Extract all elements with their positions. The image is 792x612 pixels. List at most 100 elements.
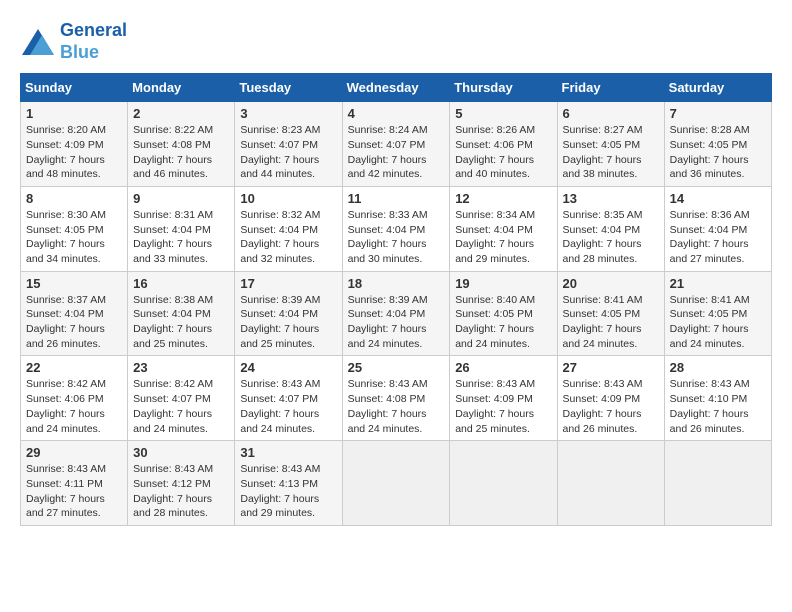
day-info: Sunrise: 8:43 AMSunset: 4:12 PMDaylight:… xyxy=(133,462,229,521)
day-header-tuesday: Tuesday xyxy=(235,74,342,102)
calendar-cell xyxy=(664,441,771,526)
day-number: 22 xyxy=(26,360,122,375)
week-row-4: 22 Sunrise: 8:42 AMSunset: 4:06 PMDayligh… xyxy=(21,356,772,441)
calendar-cell: 24 Sunrise: 8:43 AMSunset: 4:07 PMDayligh… xyxy=(235,356,342,441)
calendar-cell xyxy=(557,441,664,526)
day-number: 16 xyxy=(133,276,229,291)
day-header-monday: Monday xyxy=(128,74,235,102)
day-header-wednesday: Wednesday xyxy=(342,74,450,102)
day-number: 3 xyxy=(240,106,336,121)
day-number: 11 xyxy=(348,191,445,206)
day-info: Sunrise: 8:43 AMSunset: 4:13 PMDaylight:… xyxy=(240,462,336,521)
calendar-cell: 21 Sunrise: 8:41 AMSunset: 4:05 PMDayligh… xyxy=(664,271,771,356)
calendar-cell: 19 Sunrise: 8:40 AMSunset: 4:05 PMDayligh… xyxy=(450,271,557,356)
day-number: 9 xyxy=(133,191,229,206)
day-info: Sunrise: 8:43 AMSunset: 4:09 PMDaylight:… xyxy=(455,377,551,436)
day-number: 18 xyxy=(348,276,445,291)
calendar-cell: 30 Sunrise: 8:43 AMSunset: 4:12 PMDayligh… xyxy=(128,441,235,526)
calendar-cell: 27Sunrise: 8:43 AMSunset: 4:09 PMDayligh… xyxy=(557,356,664,441)
calendar-cell: 13 Sunrise: 8:35 AMSunset: 4:04 PMDayligh… xyxy=(557,186,664,271)
day-info: Sunrise: 8:41 AMSunset: 4:05 PMDaylight:… xyxy=(670,293,766,352)
day-header-thursday: Thursday xyxy=(450,74,557,102)
day-info: Sunrise: 8:34 AMSunset: 4:04 PMDaylight:… xyxy=(455,208,551,267)
calendar-cell: 10 Sunrise: 8:32 AMSunset: 4:04 PMDayligh… xyxy=(235,186,342,271)
day-info: Sunrise: 8:30 AMSunset: 4:05 PMDaylight:… xyxy=(26,208,122,267)
logo: General Blue xyxy=(20,20,127,63)
day-number: 13 xyxy=(563,191,659,206)
day-info: Sunrise: 8:43 AMSunset: 4:11 PMDaylight:… xyxy=(26,462,122,521)
calendar-cell xyxy=(342,441,450,526)
day-info: Sunrise: 8:43 AMSunset: 4:09 PMDaylight:… xyxy=(563,377,659,436)
day-info: Sunrise: 8:43 AMSunset: 4:08 PMDaylight:… xyxy=(348,377,445,436)
day-info: Sunrise: 8:41 AMSunset: 4:05 PMDaylight:… xyxy=(563,293,659,352)
day-header-saturday: Saturday xyxy=(664,74,771,102)
day-info: Sunrise: 8:33 AMSunset: 4:04 PMDaylight:… xyxy=(348,208,445,267)
day-info: Sunrise: 8:42 AMSunset: 4:07 PMDaylight:… xyxy=(133,377,229,436)
day-number: 1 xyxy=(26,106,122,121)
calendar-cell: 7Sunrise: 8:28 AMSunset: 4:05 PMDaylight… xyxy=(664,102,771,187)
day-info: Sunrise: 8:39 AMSunset: 4:04 PMDaylight:… xyxy=(348,293,445,352)
day-number: 6 xyxy=(563,106,659,121)
calendar-cell: 28 Sunrise: 8:43 AMSunset: 4:10 PMDayligh… xyxy=(664,356,771,441)
calendar-cell: 4 Sunrise: 8:24 AMSunset: 4:07 PMDaylight… xyxy=(342,102,450,187)
day-number: 28 xyxy=(670,360,766,375)
day-number: 10 xyxy=(240,191,336,206)
day-header-friday: Friday xyxy=(557,74,664,102)
calendar-cell: 22 Sunrise: 8:42 AMSunset: 4:06 PMDayligh… xyxy=(21,356,128,441)
day-number: 2 xyxy=(133,106,229,121)
calendar-cell: 15 Sunrise: 8:37 AMSunset: 4:04 PMDayligh… xyxy=(21,271,128,356)
day-number: 8 xyxy=(26,191,122,206)
page-header: General Blue xyxy=(20,20,772,63)
day-info: Sunrise: 8:23 AMSunset: 4:07 PMDaylight:… xyxy=(240,123,336,182)
day-info: Sunrise: 8:37 AMSunset: 4:04 PMDaylight:… xyxy=(26,293,122,352)
day-info: Sunrise: 8:43 AMSunset: 4:10 PMDaylight:… xyxy=(670,377,766,436)
day-info: Sunrise: 8:27 AMSunset: 4:05 PMDaylight:… xyxy=(563,123,659,182)
calendar-table: SundayMondayTuesdayWednesdayThursdayFrid… xyxy=(20,73,772,526)
week-row-1: 1 Sunrise: 8:20 AMSunset: 4:09 PMDaylight… xyxy=(21,102,772,187)
day-number: 14 xyxy=(670,191,766,206)
day-info: Sunrise: 8:28 AMSunset: 4:05 PMDaylight:… xyxy=(670,123,766,182)
day-number: 12 xyxy=(455,191,551,206)
day-number: 25 xyxy=(348,360,445,375)
day-info: Sunrise: 8:39 AMSunset: 4:04 PMDaylight:… xyxy=(240,293,336,352)
week-row-2: 8 Sunrise: 8:30 AMSunset: 4:05 PMDaylight… xyxy=(21,186,772,271)
day-number: 4 xyxy=(348,106,445,121)
calendar-cell: 3 Sunrise: 8:23 AMSunset: 4:07 PMDaylight… xyxy=(235,102,342,187)
calendar-cell: 26 Sunrise: 8:43 AMSunset: 4:09 PMDayligh… xyxy=(450,356,557,441)
calendar-cell: 1 Sunrise: 8:20 AMSunset: 4:09 PMDaylight… xyxy=(21,102,128,187)
day-info: Sunrise: 8:32 AMSunset: 4:04 PMDaylight:… xyxy=(240,208,336,267)
day-info: Sunrise: 8:42 AMSunset: 4:06 PMDaylight:… xyxy=(26,377,122,436)
week-row-3: 15 Sunrise: 8:37 AMSunset: 4:04 PMDayligh… xyxy=(21,271,772,356)
calendar-cell: 25 Sunrise: 8:43 AMSunset: 4:08 PMDayligh… xyxy=(342,356,450,441)
day-number: 15 xyxy=(26,276,122,291)
calendar-cell xyxy=(450,441,557,526)
day-number: 20 xyxy=(563,276,659,291)
day-info: Sunrise: 8:43 AMSunset: 4:07 PMDaylight:… xyxy=(240,377,336,436)
calendar-cell: 16 Sunrise: 8:38 AMSunset: 4:04 PMDayligh… xyxy=(128,271,235,356)
calendar-cell: 17 Sunrise: 8:39 AMSunset: 4:04 PMDayligh… xyxy=(235,271,342,356)
calendar-cell: 2Sunrise: 8:22 AMSunset: 4:08 PMDaylight… xyxy=(128,102,235,187)
day-number: 21 xyxy=(670,276,766,291)
calendar-header-row: SundayMondayTuesdayWednesdayThursdayFrid… xyxy=(21,74,772,102)
calendar-cell: 5Sunrise: 8:26 AMSunset: 4:06 PMDaylight… xyxy=(450,102,557,187)
day-number: 24 xyxy=(240,360,336,375)
calendar-cell: 6 Sunrise: 8:27 AMSunset: 4:05 PMDaylight… xyxy=(557,102,664,187)
day-info: Sunrise: 8:40 AMSunset: 4:05 PMDaylight:… xyxy=(455,293,551,352)
day-info: Sunrise: 8:36 AMSunset: 4:04 PMDaylight:… xyxy=(670,208,766,267)
day-info: Sunrise: 8:26 AMSunset: 4:06 PMDaylight:… xyxy=(455,123,551,182)
calendar-cell: 12 Sunrise: 8:34 AMSunset: 4:04 PMDayligh… xyxy=(450,186,557,271)
day-number: 29 xyxy=(26,445,122,460)
day-info: Sunrise: 8:35 AMSunset: 4:04 PMDaylight:… xyxy=(563,208,659,267)
calendar-cell: 8 Sunrise: 8:30 AMSunset: 4:05 PMDaylight… xyxy=(21,186,128,271)
week-row-5: 29 Sunrise: 8:43 AMSunset: 4:11 PMDayligh… xyxy=(21,441,772,526)
day-info: Sunrise: 8:38 AMSunset: 4:04 PMDaylight:… xyxy=(133,293,229,352)
day-number: 30 xyxy=(133,445,229,460)
day-number: 26 xyxy=(455,360,551,375)
calendar-cell: 20 Sunrise: 8:41 AMSunset: 4:05 PMDayligh… xyxy=(557,271,664,356)
day-info: Sunrise: 8:20 AMSunset: 4:09 PMDaylight:… xyxy=(26,123,122,182)
day-number: 31 xyxy=(240,445,336,460)
day-info: Sunrise: 8:24 AMSunset: 4:07 PMDaylight:… xyxy=(348,123,445,182)
day-number: 17 xyxy=(240,276,336,291)
calendar-cell: 14 Sunrise: 8:36 AMSunset: 4:04 PMDayligh… xyxy=(664,186,771,271)
day-number: 19 xyxy=(455,276,551,291)
